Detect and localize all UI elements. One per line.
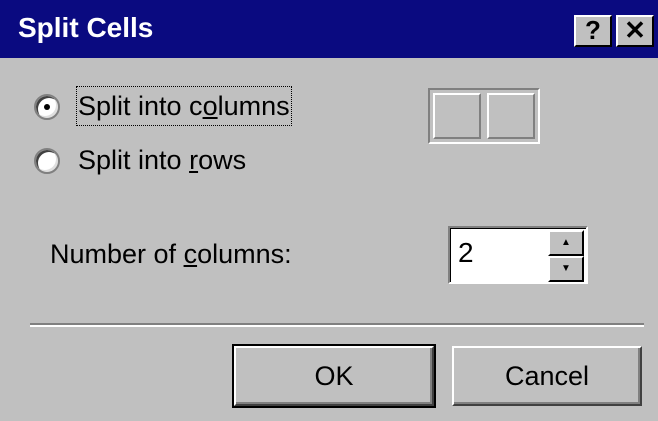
spin-down-button[interactable]: ▼	[548, 256, 584, 282]
split-columns-label[interactable]: Split into columns	[76, 86, 292, 126]
split-preview	[428, 88, 540, 144]
spin-up-button[interactable]: ▲	[548, 230, 584, 256]
label-part: olumns:	[197, 239, 292, 269]
number-of-columns-spinner[interactable]: 2 ▲ ▼	[448, 226, 588, 284]
number-of-columns-label: Number of columns:	[50, 236, 292, 272]
label-part: ows	[198, 145, 247, 175]
mnemonic: r	[189, 145, 199, 175]
mnemonic: o	[202, 91, 218, 121]
help-button[interactable]: ?	[574, 15, 612, 47]
label-part: Split into	[78, 145, 190, 175]
preview-cell	[433, 93, 481, 139]
window-title: Split Cells	[18, 12, 154, 43]
close-icon: ✕	[624, 15, 646, 45]
preview-cell	[487, 93, 535, 139]
close-button[interactable]: ✕	[616, 15, 654, 47]
mnemonic: c	[183, 239, 198, 269]
split-cells-dialog: Split Cells ? ✕ Split into columns Split…	[0, 0, 658, 421]
number-of-columns-input[interactable]: 2	[458, 236, 474, 270]
cancel-button[interactable]: Cancel	[452, 346, 642, 406]
label-part: lumns	[217, 91, 290, 121]
title-bar[interactable]: Split Cells ? ✕	[0, 0, 658, 58]
separator	[30, 323, 644, 327]
radio-dot-icon	[44, 104, 50, 110]
radio-button-rows[interactable]	[34, 148, 60, 174]
split-rows-label[interactable]: Split into rows	[78, 142, 246, 178]
ok-button[interactable]: OK	[232, 344, 436, 408]
label-part: Split into c	[78, 91, 203, 121]
label-part: Number of	[50, 239, 184, 269]
radio-button-columns[interactable]	[34, 94, 60, 120]
triangle-down-icon: ▼	[561, 263, 571, 274]
triangle-up-icon: ▲	[561, 237, 571, 248]
